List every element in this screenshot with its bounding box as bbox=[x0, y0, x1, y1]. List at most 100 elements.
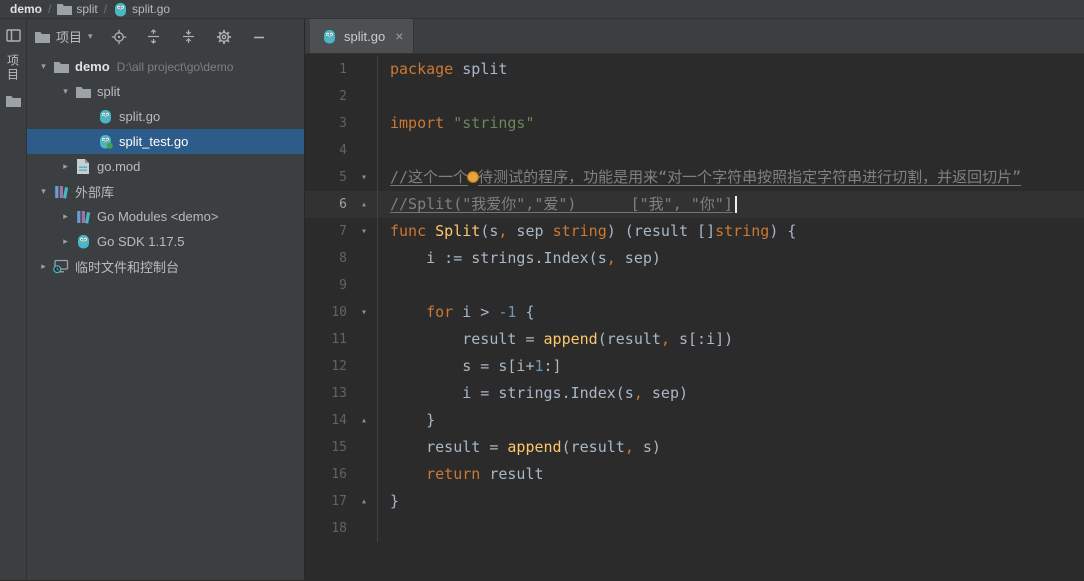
code-segment: , bbox=[660, 330, 670, 348]
tree-item-split[interactable]: ▾ split bbox=[27, 79, 304, 104]
breadcrumb-item-label: split.go bbox=[132, 2, 171, 16]
code-line-16[interactable]: 16 return result bbox=[305, 461, 1084, 488]
code-text: } bbox=[377, 407, 1084, 434]
chevron-down-icon[interactable]: ▾ bbox=[35, 186, 52, 197]
line-number[interactable]: 2 bbox=[305, 83, 351, 110]
line-number[interactable]: 12 bbox=[305, 353, 351, 380]
tree-item-split.go[interactable]: split.go bbox=[27, 104, 304, 129]
project-view-selector[interactable]: 项目 ▾ bbox=[35, 27, 93, 46]
breadcrumb-item-split-go[interactable]: split.go bbox=[113, 2, 170, 17]
code-line-2[interactable]: 2 bbox=[305, 83, 1084, 110]
code-line-17[interactable]: 17 ▴} bbox=[305, 488, 1084, 515]
tree-item-split_test.go[interactable]: split_test.go bbox=[27, 129, 304, 154]
folder-icon bbox=[35, 31, 50, 43]
collapse-all-button[interactable] bbox=[180, 28, 198, 46]
chevron-down-icon[interactable]: ▾ bbox=[57, 86, 74, 97]
chevron-right-icon[interactable]: ▸ bbox=[57, 161, 74, 172]
chevron-down-icon[interactable]: ▾ bbox=[35, 61, 52, 72]
go-file-icon bbox=[113, 2, 128, 17]
code-line-12[interactable]: 12 s = s[i+1:] bbox=[305, 353, 1084, 380]
code-segment: } bbox=[390, 411, 436, 429]
line-number[interactable]: 8 bbox=[305, 245, 351, 272]
line-number[interactable]: 9 bbox=[305, 272, 351, 299]
line-number[interactable]: 10 bbox=[305, 299, 351, 326]
line-number[interactable]: 6 bbox=[305, 191, 351, 218]
breadcrumb: demo / split / split.go bbox=[0, 0, 1084, 19]
fold-marker-icon[interactable]: ▴ bbox=[351, 191, 377, 218]
code-segment: i > bbox=[453, 303, 499, 321]
fold-marker-icon[interactable]: ▴ bbox=[351, 407, 377, 434]
line-number[interactable]: 16 bbox=[305, 461, 351, 488]
project-tool-window-button[interactable] bbox=[2, 24, 24, 46]
locate-file-button[interactable] bbox=[110, 28, 128, 46]
line-number[interactable]: 18 bbox=[305, 515, 351, 542]
tree-item--[interactable]: ▸ 临时文件和控制台 bbox=[27, 254, 304, 279]
chevron-right-icon[interactable]: ▸ bbox=[57, 236, 74, 247]
code-segment: string bbox=[715, 222, 770, 240]
fold-marker-icon[interactable]: ▾ bbox=[351, 299, 377, 326]
fold-gutter bbox=[351, 380, 377, 407]
tree-item-go.mod[interactable]: ▸ go.mod bbox=[27, 154, 304, 179]
code-line-7[interactable]: 7 ▾ func Split(s, sep string) (result []st… bbox=[305, 218, 1084, 245]
line-number[interactable]: 1 bbox=[305, 56, 351, 83]
code-segment: i := strings.Index(s bbox=[390, 249, 607, 267]
line-number[interactable]: 7 bbox=[305, 218, 351, 245]
code-line-8[interactable]: 8 i := strings.Index(s, sep) bbox=[305, 245, 1084, 272]
code-line-6[interactable]: 6 ▴ //Split("我爱你","爱") ["我", "你"] bbox=[305, 191, 1084, 218]
tree-item-go-modules-demo-[interactable]: ▸ Go Modules <demo> bbox=[27, 204, 304, 229]
code-line-11[interactable]: 11 result = append(result, s[:i]) bbox=[305, 326, 1084, 353]
minimize-icon bbox=[251, 29, 267, 45]
settings-button[interactable] bbox=[215, 28, 233, 46]
expand-all-button[interactable] bbox=[145, 28, 163, 46]
folder-icon bbox=[74, 86, 92, 98]
tree-item-label: go.mod bbox=[97, 159, 141, 174]
fold-marker-icon[interactable]: ▴ bbox=[351, 488, 377, 515]
line-number[interactable]: 14 bbox=[305, 407, 351, 434]
code-segment: ) (result [] bbox=[606, 222, 716, 240]
code-line-10[interactable]: 10 ▾ for i > -1 { bbox=[305, 299, 1084, 326]
line-number[interactable]: 11 bbox=[305, 326, 351, 353]
close-icon[interactable]: × bbox=[395, 29, 403, 43]
tree-item-label: split bbox=[97, 84, 121, 99]
bookmarks-tool-window-button[interactable] bbox=[2, 90, 24, 112]
line-number[interactable]: 17 bbox=[305, 488, 351, 515]
code-line-4[interactable]: 4 bbox=[305, 137, 1084, 164]
code-line-13[interactable]: 13 i = strings.Index(s, sep) bbox=[305, 380, 1084, 407]
chevron-right-icon[interactable]: ▸ bbox=[35, 261, 52, 272]
chevron-down-icon: ▾ bbox=[88, 31, 93, 41]
code-line-9[interactable]: 9 bbox=[305, 272, 1084, 299]
fold-marker-icon[interactable]: ▾ bbox=[351, 218, 377, 245]
breadcrumb-item-split[interactable]: split bbox=[57, 2, 98, 16]
breadcrumb-item-demo[interactable]: demo bbox=[10, 2, 42, 16]
code-segment: , bbox=[606, 249, 616, 267]
breadcrumb-separator: / bbox=[103, 2, 108, 16]
line-number[interactable]: 5 bbox=[305, 164, 351, 191]
line-number[interactable]: 3 bbox=[305, 110, 351, 137]
code-line-15[interactable]: 15 result = append(result, s) bbox=[305, 434, 1084, 461]
project-tree: ▾ demo D:\all project\go\demo ▾ split split.g… bbox=[27, 54, 304, 580]
tab-split-go[interactable]: split.go × bbox=[310, 19, 415, 53]
code-line-3[interactable]: 3 import "strings" bbox=[305, 110, 1084, 137]
folder-icon bbox=[52, 61, 70, 73]
code-text: s = s[i+1:] bbox=[377, 353, 1084, 380]
tree-item-go-sdk-1.17.5[interactable]: ▸ Go SDK 1.17.5 bbox=[27, 229, 304, 254]
hide-panel-button[interactable] bbox=[250, 28, 268, 46]
code-editor[interactable]: 1 package split 2 3 import "strings" 4 5 ▾//这个一… bbox=[305, 54, 1084, 580]
tree-item-demo[interactable]: ▾ demo D:\all project\go\demo bbox=[27, 54, 304, 79]
line-number[interactable]: 15 bbox=[305, 434, 351, 461]
code-line-18[interactable]: 18 bbox=[305, 515, 1084, 542]
tree-item--[interactable]: ▾ 外部库 bbox=[27, 179, 304, 204]
tree-item-label: split.go bbox=[119, 109, 161, 124]
collapse-all-icon bbox=[181, 29, 196, 44]
code-text bbox=[377, 83, 1084, 110]
gomod-file-icon bbox=[74, 159, 92, 174]
line-number[interactable]: 13 bbox=[305, 380, 351, 407]
project-stripe-label[interactable]: 项目 bbox=[5, 54, 22, 82]
code-line-1[interactable]: 1 package split bbox=[305, 56, 1084, 83]
chevron-right-icon[interactable]: ▸ bbox=[57, 211, 74, 222]
fold-marker-icon[interactable]: ▾ bbox=[351, 164, 377, 191]
code-line-5[interactable]: 5 ▾//这个一个 待测试的程序，功能是用来“对一个字符串按照指定字符串进行切割，并… bbox=[305, 164, 1084, 191]
code-line-14[interactable]: 14 ▴ } bbox=[305, 407, 1084, 434]
line-number[interactable]: 4 bbox=[305, 137, 351, 164]
gear-icon bbox=[216, 29, 232, 45]
